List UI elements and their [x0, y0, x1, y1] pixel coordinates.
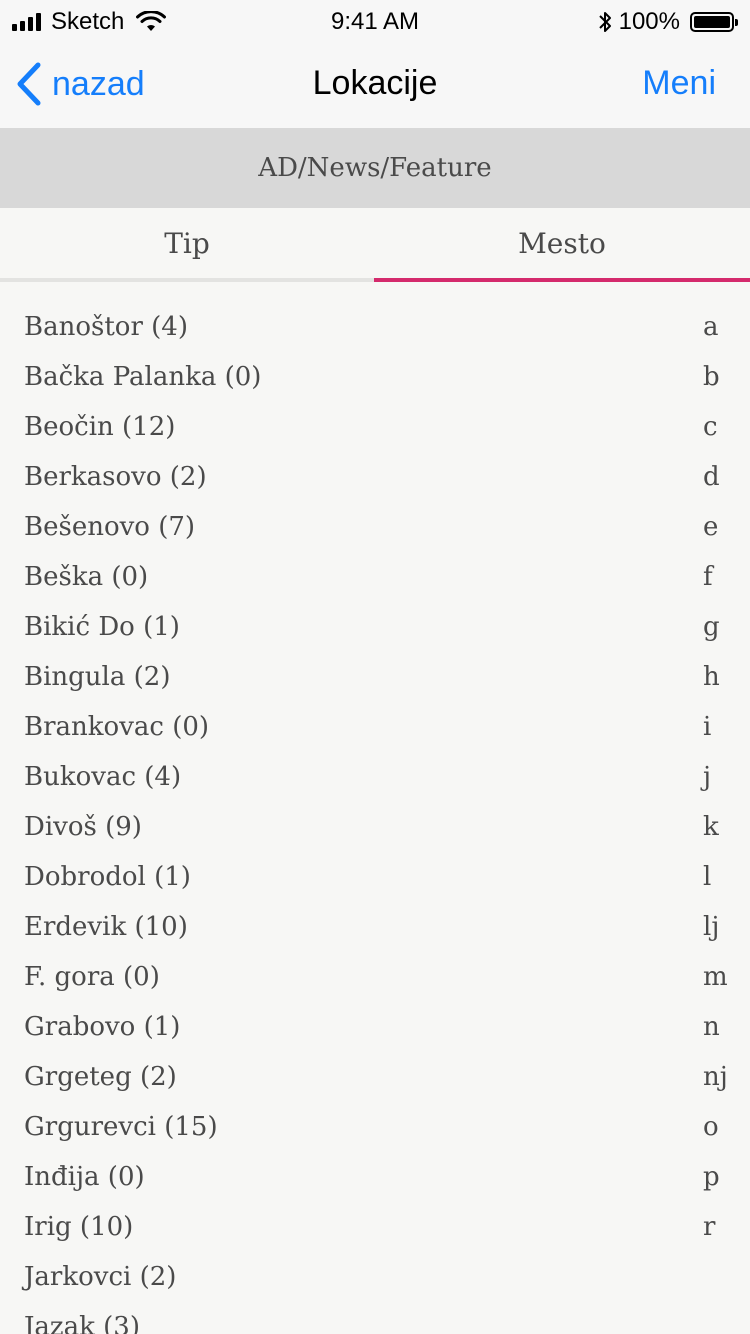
index-letter[interactable]: j: [703, 762, 711, 792]
location-list-item[interactable]: Inđija (0): [24, 1162, 145, 1192]
index-letter[interactable]: h: [703, 662, 720, 692]
location-list-item[interactable]: Banoštor (4): [24, 312, 188, 342]
location-list-item[interactable]: Dobrodol (1): [24, 862, 191, 892]
menu-button[interactable]: Meni: [642, 64, 716, 103]
page-title: Lokacije: [312, 64, 438, 102]
index-letter[interactable]: a: [703, 312, 719, 342]
location-list-item[interactable]: Erdevik (10): [24, 912, 188, 942]
location-list-item[interactable]: Bačka Palanka (0): [24, 362, 261, 392]
index-letter[interactable]: o: [703, 1112, 719, 1142]
index-letter[interactable]: i: [703, 712, 711, 742]
index-letter[interactable]: n: [703, 1012, 720, 1042]
navigation-bar: nazad Lokacije Meni: [0, 40, 750, 128]
location-list-item[interactable]: Beočin (12): [24, 412, 175, 442]
battery-icon: [690, 12, 738, 32]
location-list-item[interactable]: Jazak (3): [24, 1312, 140, 1334]
index-letter[interactable]: b: [703, 362, 720, 392]
index-letter[interactable]: g: [703, 612, 720, 642]
location-list-item[interactable]: Berkasovo (2): [24, 462, 207, 492]
index-letter[interactable]: k: [703, 812, 719, 842]
location-list-item[interactable]: Beška (0): [24, 562, 148, 592]
index-letter[interactable]: c: [703, 412, 718, 442]
location-list-item[interactable]: F. gora (0): [24, 962, 160, 992]
index-letter[interactable]: f: [703, 562, 713, 592]
location-list-item[interactable]: Grgeteg (2): [24, 1062, 177, 1092]
index-letter[interactable]: lj: [703, 912, 719, 942]
location-list-item[interactable]: Irig (10): [24, 1212, 133, 1242]
location-list-item[interactable]: Bukovac (4): [24, 762, 181, 792]
location-list-item[interactable]: Divoš (9): [24, 812, 142, 842]
index-letter[interactable]: m: [703, 962, 728, 992]
location-list-item[interactable]: Bingula (2): [24, 662, 170, 692]
location-list-item[interactable]: Bešenovo (7): [24, 512, 195, 542]
index-letter[interactable]: l: [703, 862, 711, 892]
location-list: Banoštor (4) Bačka Palanka (0) Beočin (12)…: [0, 282, 750, 1334]
location-list-item[interactable]: Grabovo (1): [24, 1012, 180, 1042]
tab-bar: Tip Mesto: [0, 208, 750, 282]
location-list-item[interactable]: Brankovac (0): [24, 712, 209, 742]
status-right: 100%: [597, 8, 738, 36]
index-letter[interactable]: nj: [703, 1062, 728, 1092]
index-letter[interactable]: p: [703, 1162, 720, 1192]
battery-percent: 100%: [618, 8, 680, 35]
location-list-item[interactable]: Grgurevci (15): [24, 1112, 218, 1142]
tab-mesto[interactable]: Mesto: [374, 208, 750, 282]
index-letter[interactable]: d: [703, 462, 720, 492]
index-letter[interactable]: e: [703, 512, 718, 542]
status-bar: Sketch 9:41 AM 100%: [0, 0, 750, 40]
category-header: AD/News/Feature: [0, 128, 750, 208]
index-letter[interactable]: r: [703, 1212, 715, 1242]
alphabet-index: a b c d e f g h i j k l lj m n nj o p r: [690, 282, 750, 1282]
bluetooth-icon: [598, 12, 611, 32]
tab-tip[interactable]: Tip: [0, 208, 374, 282]
location-list-item[interactable]: Bikić Do (1): [24, 612, 180, 642]
location-list-item[interactable]: Jarkovci (2): [24, 1262, 176, 1292]
